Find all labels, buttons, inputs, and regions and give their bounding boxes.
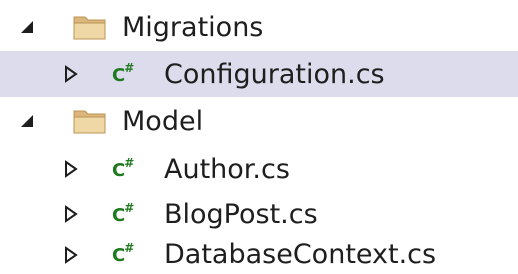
folder-icon bbox=[72, 13, 108, 41]
solution-explorer-tree: Migrations C# Configuration.cs Model C# … bbox=[0, 0, 518, 274]
csharp-file-icon: C# bbox=[112, 200, 134, 226]
folder-icon bbox=[72, 107, 108, 135]
tree-item-label: Author.cs bbox=[164, 153, 290, 185]
tree-item-label: Migrations bbox=[122, 11, 264, 43]
tree-item-configuration-cs[interactable]: C# Configuration.cs bbox=[0, 51, 518, 97]
csharp-file-icon: C# bbox=[112, 241, 134, 266]
tree-item-label: BlogPost.cs bbox=[164, 198, 318, 230]
tree-item-author-cs[interactable]: C# Author.cs bbox=[0, 146, 518, 192]
tree-item-blogpost-cs[interactable]: C# BlogPost.cs bbox=[0, 191, 518, 237]
expanded-arrow-icon[interactable] bbox=[16, 110, 38, 132]
csharp-file-icon: C# bbox=[112, 155, 134, 181]
collapsed-arrow-icon[interactable] bbox=[60, 158, 82, 180]
tree-item-label: Model bbox=[122, 105, 204, 137]
collapsed-arrow-icon[interactable] bbox=[60, 244, 82, 266]
tree-item-label: DatabaseContext.cs bbox=[164, 239, 437, 270]
collapsed-arrow-icon[interactable] bbox=[60, 63, 82, 85]
expanded-arrow-icon[interactable] bbox=[16, 16, 38, 38]
collapsed-arrow-icon[interactable] bbox=[60, 203, 82, 225]
tree-item-label: Configuration.cs bbox=[164, 58, 385, 90]
tree-item-model[interactable]: Model bbox=[0, 98, 518, 144]
tree-item-databasecontext-cs[interactable]: C# DatabaseContext.cs bbox=[0, 235, 518, 274]
csharp-file-icon: C# bbox=[112, 60, 134, 86]
tree-item-migrations[interactable]: Migrations bbox=[0, 4, 518, 50]
